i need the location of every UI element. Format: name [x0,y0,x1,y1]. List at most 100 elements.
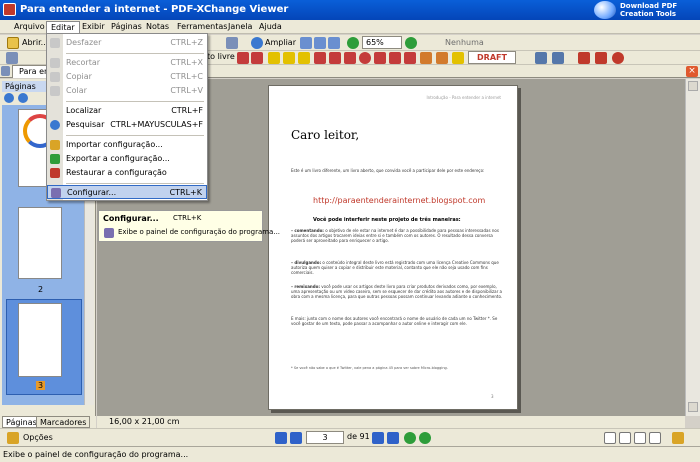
cut-icon [50,58,60,68]
continuous-icon[interactable] [619,432,631,444]
back-icon[interactable] [404,432,416,444]
arrow-tool-icon[interactable] [314,52,326,64]
menu-editar[interactable]: Editar [46,21,80,33]
page-url[interactable]: http://paraentenderainternet.blogspot.co… [313,196,485,205]
page-number: 3 [491,394,494,399]
menu-janela[interactable]: Janela [224,21,256,33]
redo-icon[interactable] [595,52,607,64]
settings-icon [51,188,61,198]
app-icon [3,3,16,16]
zoom-in-button[interactable]: Ampliar [248,36,298,50]
page-item-comentando: – comentando: o objetivo de ele estar na… [291,228,503,243]
tooltip-shortcut: CTRL+K [173,214,202,222]
pencil-tool-icon[interactable] [420,52,432,64]
menu-notas[interactable]: Notas [142,21,173,33]
pdf-page[interactable]: Introdução - Para entender a internet Ca… [268,85,518,410]
thumb-zoom-out-icon[interactable] [18,93,28,103]
menu-item-configurar[interactable]: Configurar... CTRL+K [47,185,207,199]
rotate-right-icon[interactable] [552,52,564,64]
scroll-up-icon[interactable] [688,81,698,91]
magnifier-icon [251,37,263,49]
thumb-zoom-in-icon[interactable] [4,93,14,103]
menu-separator [66,135,204,136]
eraser-tool-icon[interactable] [436,52,448,64]
menu-item-exportar[interactable]: Exportar a configuração... [47,152,207,166]
zoom-tool-icon[interactable] [226,37,238,49]
open-button[interactable]: Abrir... [4,36,48,50]
page-size: 16,00 x 21,00 cm [109,417,180,426]
undo-icon[interactable] [578,52,590,64]
scroll-down-icon[interactable] [688,402,698,412]
menu-tooltip: Configurar... CTRL+K Exibe o painel de c… [98,210,280,242]
close-document-icon[interactable]: × [686,66,698,77]
polyline-tool-icon[interactable] [404,52,416,64]
page-thumbnail-selected[interactable] [18,303,62,377]
import-settings-icon [50,140,60,150]
forward-icon[interactable] [419,432,431,444]
zoom-in-label: Ampliar [265,38,296,47]
item3-text: você pode usar os artigos deste livro pa… [291,284,503,299]
actual-size-icon[interactable] [328,37,340,49]
menu-ferramentas[interactable]: Ferramentas [173,21,231,33]
page-thumbnail[interactable] [18,207,62,279]
restore-settings-icon [50,168,60,178]
typewriter-icon[interactable] [268,52,280,64]
fit-width-icon[interactable] [314,37,326,49]
text-box-icon[interactable] [237,52,249,64]
first-page-icon[interactable] [275,432,287,444]
last-page-icon[interactable] [387,432,399,444]
menu-arquivo[interactable]: Arquivo [10,21,49,33]
callout-icon[interactable] [251,52,263,64]
layout-menu-icon[interactable] [672,432,684,444]
page-closing: E mais: junto com o nome dos autores voc… [291,316,498,326]
page-number-input[interactable]: 3 [306,431,344,444]
ellipse-tool-icon[interactable] [359,52,371,64]
help-icon[interactable] [612,52,624,64]
menu-item-recortar[interactable]: Recortar CTRL+X [47,56,207,70]
polygon-tool-icon[interactable] [374,52,386,64]
menu-item-desfazer[interactable]: Desfazer CTRL+Z [47,36,207,50]
menu-ajuda[interactable]: Ajuda [255,21,286,33]
no-note-button[interactable]: Nenhuma nota [432,36,496,59]
fit-page-icon[interactable] [300,37,312,49]
menu-item-colar[interactable]: Colar CTRL+V [47,84,207,98]
stamp-tool-icon[interactable] [452,52,464,64]
hand-tool-icon[interactable] [6,52,18,64]
menu-paginas[interactable]: Páginas [107,21,146,33]
snapshot-tool-label[interactable]: to livre [207,52,235,61]
zoom-in-icon[interactable] [405,37,417,49]
menu-exibir[interactable]: Exibir [78,21,109,33]
tab-marcadores[interactable]: Marcadores [36,416,91,428]
menu-item-copiar[interactable]: Copiar CTRL+C [47,70,207,84]
continuous-facing-icon[interactable] [649,432,661,444]
next-page-icon[interactable] [372,432,384,444]
download-logo-text[interactable]: Download PDF Creation Tools [620,2,677,18]
draft-stamp-select[interactable]: DRAFT [468,51,516,64]
highlight-icon[interactable] [283,52,295,64]
status-bar: Exibe o painel de configuração do progra… [0,446,700,462]
strikeout-icon[interactable] [298,52,310,64]
page-heading: Caro leitor, [291,128,360,142]
single-page-icon[interactable] [604,432,616,444]
menu-item-localizar[interactable]: Localizar CTRL+F [47,104,207,118]
line-tool-icon[interactable] [329,52,341,64]
menu-item-importar[interactable]: Importar configuração... [47,138,207,152]
search-icon [50,120,60,130]
zoom-out-icon[interactable] [347,37,359,49]
page-item-remixando: – remixando: você pode usar os artigos d… [291,284,503,299]
previous-page-icon[interactable] [290,432,302,444]
facing-icon[interactable] [634,432,646,444]
page-footnote: * Se você não sabe o que é Twitter, vale… [291,366,448,370]
tooltip-description: Exibe o painel de configuração do progra… [118,228,281,236]
menu-item-restaurar[interactable]: Restaurar a configuração [47,166,207,180]
zoom-level-select[interactable]: 65% [362,36,402,49]
rotate-left-icon[interactable] [535,52,547,64]
logo-globe-icon[interactable] [594,1,616,19]
tab-menu-icon[interactable] [1,66,10,76]
menu-item-pesquisar[interactable]: Pesquisar CTRL+MAYUSCULAS+F [47,118,207,132]
options-button[interactable]: Opções [4,431,56,445]
rectangle-tool-icon[interactable] [344,52,356,64]
cloud-tool-icon[interactable] [389,52,401,64]
document-scrollbar[interactable] [685,79,700,416]
tab-paginas[interactable]: Páginas [2,416,41,428]
